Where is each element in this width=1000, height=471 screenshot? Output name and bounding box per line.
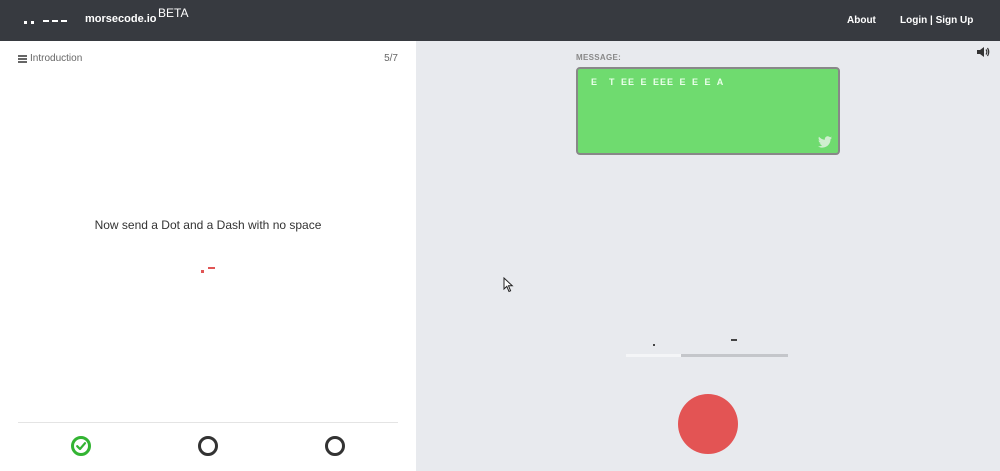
- step-1-check-icon: [71, 436, 91, 456]
- brand-name[interactable]: morsecode.io: [85, 13, 157, 25]
- mouse-cursor-icon: [503, 277, 514, 293]
- logo-morse-icon[interactable]: [24, 17, 70, 25]
- target-dash: [208, 267, 215, 269]
- beta-badge: BETA: [158, 6, 189, 20]
- lesson-panel: Introduction 5/7 Now send a Dot and a Da…: [0, 41, 416, 471]
- lesson-menu-button[interactable]: Introduction: [18, 53, 82, 64]
- lesson-progress: 5/7: [384, 53, 398, 64]
- message-text: E T EE E EEE E E E A: [591, 77, 725, 87]
- navbar: morsecode.io BETA About Login | Sign Up: [0, 0, 1000, 41]
- message-label: MESSAGE:: [576, 53, 622, 62]
- timeline-fill: [626, 354, 682, 357]
- steps-divider: [18, 422, 398, 423]
- input-dash-mark: [731, 339, 737, 341]
- input-dot-mark: [653, 344, 655, 346]
- step-3-circle-icon: [325, 436, 345, 456]
- practice-panel: MESSAGE: E T EE E EEE E E E A: [416, 41, 1000, 471]
- message-display: E T EE E EEE E E E A: [576, 67, 840, 155]
- speaker-icon[interactable]: [976, 46, 990, 58]
- lesson-section-label: Introduction: [30, 53, 83, 64]
- twitter-share-icon[interactable]: [818, 136, 832, 148]
- login-signup-link[interactable]: Login | Sign Up: [900, 15, 973, 26]
- target-morse-pattern: [200, 265, 220, 275]
- list-icon: [18, 54, 27, 63]
- morse-key-button[interactable]: [678, 394, 738, 454]
- timeline-track: [626, 354, 788, 357]
- target-dot: [201, 270, 204, 273]
- about-link[interactable]: About: [847, 15, 876, 26]
- input-timeline: [626, 331, 788, 357]
- lesson-instruction: Now send a Dot and a Dash with no space: [94, 218, 322, 232]
- step-2-circle-icon: [198, 436, 218, 456]
